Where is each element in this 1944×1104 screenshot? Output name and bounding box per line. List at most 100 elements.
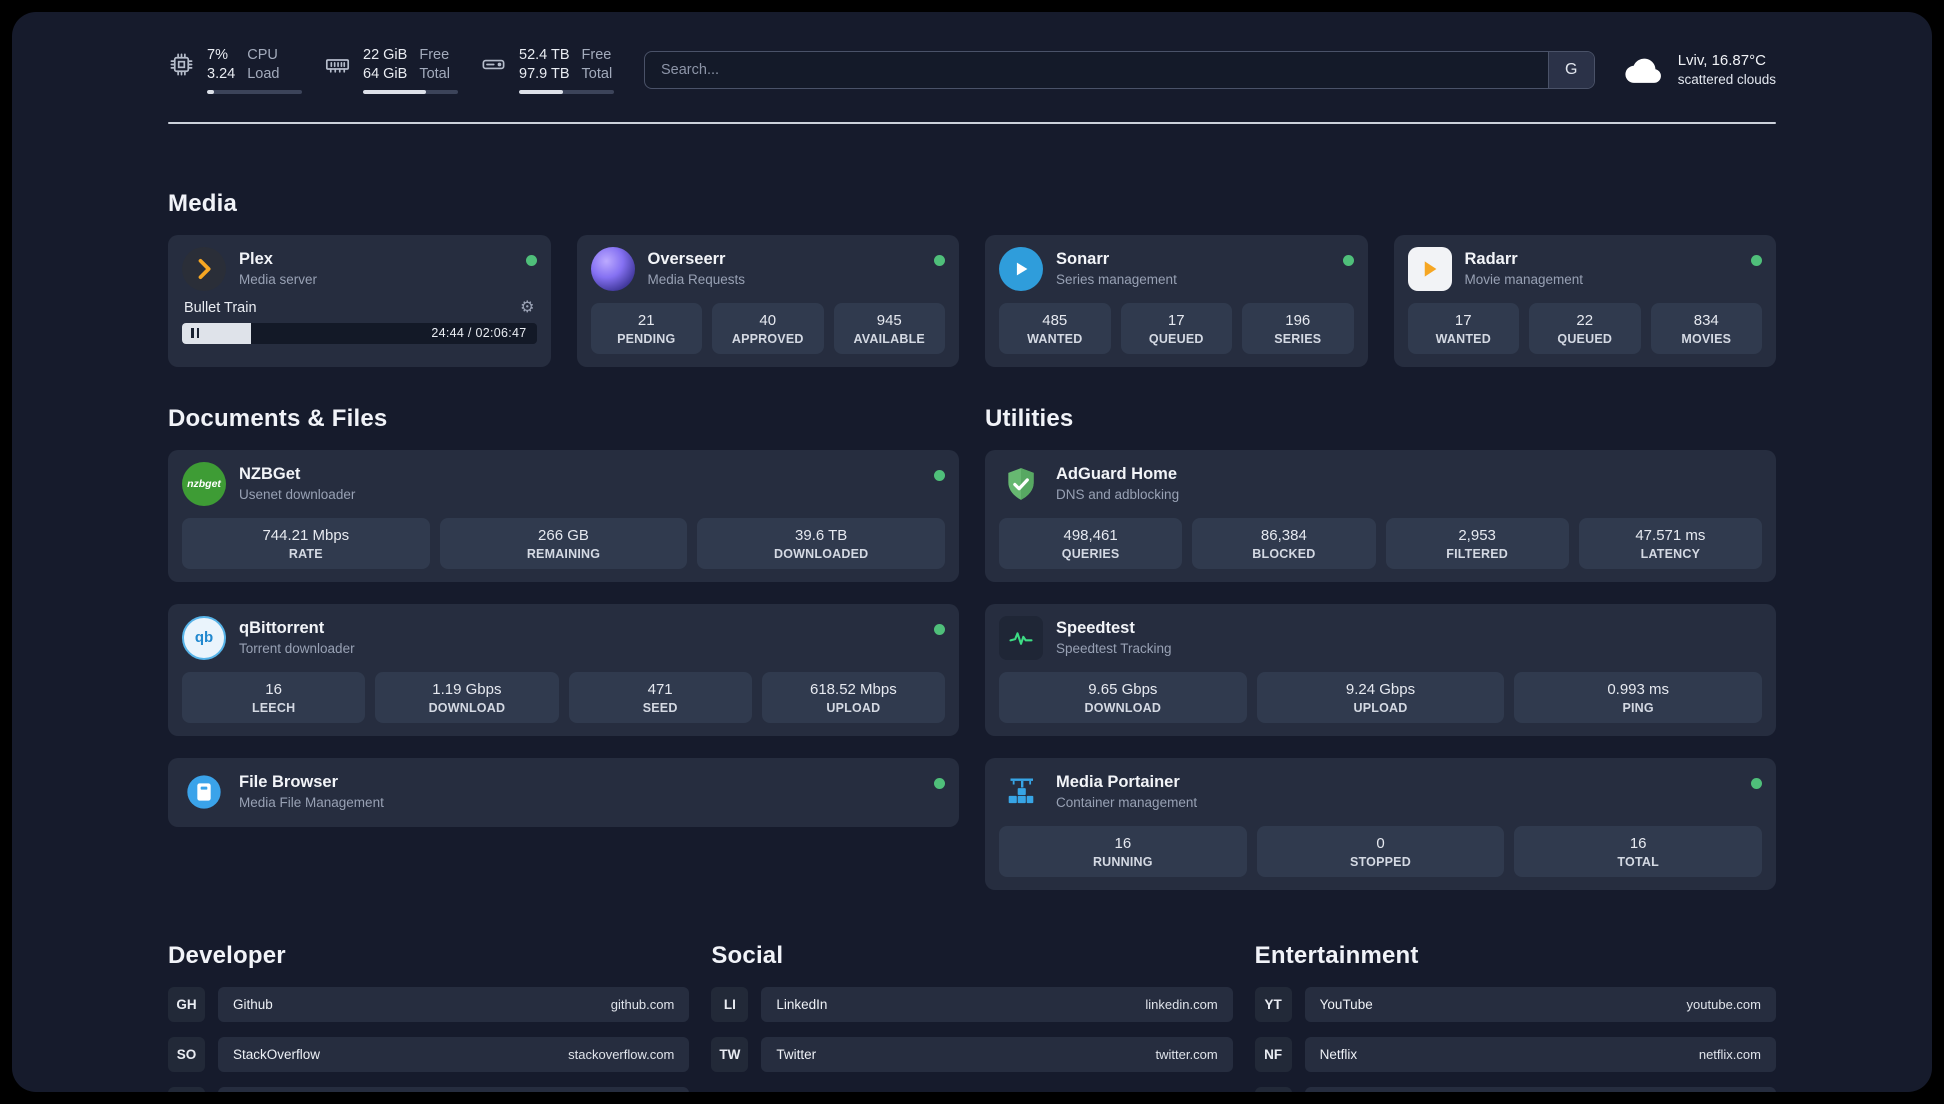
stat-download: 9.65 Gbps DOWNLOAD [999, 671, 1247, 723]
status-online-dot [1342, 254, 1354, 266]
app-name: qBittorrent [239, 619, 325, 638]
link-stackoverflow[interactable]: SO StackOverflow stackoverflow.com [168, 1036, 690, 1072]
status-online-dot [1751, 254, 1762, 266]
dashboard-panel: 7% 3.24 CPU Load 22 GiB 64 GiB Free Tota… [12, 12, 1932, 1092]
dev-icon: DT [168, 1086, 205, 1092]
app-name: NZBGet [239, 465, 301, 484]
link-youtube[interactable]: YT YouTube youtube.com [1254, 986, 1776, 1022]
status-online-dot [934, 623, 945, 635]
reddit-icon: RE [1254, 1086, 1292, 1092]
stat-queued: 22 QUEUED [1529, 302, 1641, 354]
stat-leech: 16 LEECH [182, 671, 366, 723]
stat-series: 196 SERIES [1242, 302, 1354, 354]
cloud-icon [1623, 54, 1665, 86]
link-dev[interactable]: DT DEV dev.to [168, 1086, 690, 1092]
link-github[interactable]: GH Github github.com [168, 986, 690, 1022]
playback-progress-bar[interactable]: 24:44 / 02:06:47 [182, 322, 537, 344]
app-name: Radarr [1464, 250, 1518, 269]
speedtest-icon [999, 615, 1043, 660]
weather-widget: Lviv, 16.87°C scattered clouds [1623, 51, 1776, 89]
playback-time: 24:44 / 02:06:47 [431, 326, 527, 341]
search-engine-button[interactable]: G [1547, 51, 1594, 88]
section-documents: Documents & Files nzbget NZBGet Usenet d… [168, 405, 959, 890]
status-online-dot [525, 254, 537, 266]
github-icon: GH [168, 986, 205, 1022]
stat-pending: 21 PENDING [590, 302, 702, 354]
app-name: Overseerr [647, 250, 726, 269]
section-utilities: Utilities AdGuard Home DNS and adblockin… [985, 405, 1776, 890]
link-netflix[interactable]: NF Netflix netflix.com [1254, 1036, 1776, 1072]
cpu-load-value: 3.24 [207, 65, 236, 82]
app-name: Sonarr [1056, 250, 1110, 269]
stat-movies: 834 MOVIES [1650, 302, 1762, 354]
app-card-plex[interactable]: Plex Media server Bullet Train ⚙ 24:44 /… [168, 234, 551, 367]
qbittorrent-icon: qb [182, 615, 226, 660]
link-twitter[interactable]: TW Twitter twitter.com [711, 1036, 1233, 1072]
ram-widget: 22 GiB 64 GiB Free Total [324, 46, 458, 94]
topbar-divider [168, 121, 1776, 124]
top-bar: 7% 3.24 CPU Load 22 GiB 64 GiB Free Tota… [168, 46, 1776, 94]
app-card-overseerr[interactable]: Overseerr Media Requests 21 PENDING 40 A… [576, 234, 959, 367]
ram-total-value: 64 GiB [363, 65, 408, 82]
stat-upload: 618.52 Mbps UPLOAD [761, 671, 945, 723]
media-section-title: Media [168, 189, 238, 217]
stat-wanted: 17 WANTED [1407, 302, 1519, 354]
weather-condition: scattered clouds [1677, 71, 1776, 87]
app-subtitle: Usenet downloader [239, 487, 356, 503]
app-card-qbittorrent[interactable]: qb qBittorrent Torrent downloader 16 LEE… [168, 603, 959, 736]
adguard-icon [999, 462, 1043, 506]
section-media: Media Plex Media server Bullet Train ⚙ 2… [168, 190, 1776, 367]
linkedin-icon: LI [711, 986, 749, 1022]
app-card-portainer[interactable]: Media Portainer Container management 16 … [985, 757, 1776, 890]
disk-widget: 52.4 TB 97.9 TB Free Total [480, 46, 614, 94]
stat-approved: 40 APPROVED [712, 302, 824, 354]
link-linkedin[interactable]: LI LinkedIn linkedin.com [711, 986, 1233, 1022]
app-subtitle: Media File Management [239, 795, 384, 811]
cpu-load-label: Load [247, 65, 280, 82]
app-card-speedtest[interactable]: Speedtest Speedtest Tracking 9.65 Gbps D… [985, 603, 1776, 736]
cpu-label: CPU [247, 47, 278, 63]
app-subtitle: Speedtest Tracking [1056, 641, 1172, 657]
app-card-nzbget[interactable]: nzbget NZBGet Usenet downloader 744.21 M… [168, 449, 959, 582]
weather-location: Lviv, 16.87°C [1677, 51, 1766, 69]
stat-total: 16 TOTAL [1514, 825, 1762, 877]
overseerr-icon [590, 246, 635, 291]
app-card-sonarr[interactable]: Sonarr Series management 485 WANTED 17 Q… [985, 234, 1368, 367]
app-card-adguard[interactable]: AdGuard Home DNS and adblocking 498,461 … [985, 449, 1776, 582]
stat-upload: 9.24 Gbps UPLOAD [1256, 671, 1505, 723]
cpu-icon [168, 51, 195, 78]
developer-section-title: Developer [168, 941, 286, 969]
ram-free-label: Free [419, 47, 450, 63]
app-name: AdGuard Home [1056, 465, 1178, 484]
stat-ping: 0.993 ms PING [1514, 671, 1762, 723]
disk-total-value: 97.9 TB [519, 65, 570, 82]
nzbget-icon: nzbget [182, 461, 226, 506]
search-input[interactable] [645, 51, 1548, 88]
section-social: Social LI LinkedIn linkedin.com TW Twitt… [711, 942, 1233, 1072]
app-subtitle: Container management [1056, 795, 1198, 811]
cpu-usage-value: 7% [207, 47, 228, 63]
cpu-progress-bar [207, 89, 302, 94]
disk-free-value: 52.4 TB [519, 47, 570, 63]
stat-available: 945 AVAILABLE [833, 302, 945, 354]
pause-icon[interactable] [191, 328, 200, 339]
status-online-dot [934, 777, 945, 789]
stat-download: 1.19 Gbps DOWNLOAD [375, 671, 559, 723]
link-reddit[interactable]: RE Reddit reddit.com [1254, 1086, 1776, 1092]
status-online-dot [1751, 777, 1762, 789]
gear-icon[interactable]: ⚙ [520, 299, 534, 316]
app-card-filebrowser[interactable]: File Browser Media File Management [168, 757, 959, 827]
stackoverflow-icon: SO [168, 1036, 205, 1072]
netflix-icon: NF [1254, 1036, 1292, 1072]
app-subtitle: DNS and adblocking [1056, 487, 1180, 503]
disk-free-label: Free [581, 47, 612, 63]
stat-queued: 17 QUEUED [1120, 302, 1232, 354]
cpu-widget: 7% 3.24 CPU Load [168, 46, 302, 94]
status-online-dot [934, 254, 945, 266]
status-online-dot [934, 469, 945, 481]
stat-queries: 498,461 QUERIES [999, 517, 1183, 569]
app-name: Speedtest [1056, 619, 1135, 638]
stat-seed: 471 SEED [568, 671, 752, 723]
app-card-radarr[interactable]: Radarr Movie management 17 WANTED 22 QUE… [1393, 234, 1776, 367]
youtube-icon: YT [1254, 986, 1292, 1022]
